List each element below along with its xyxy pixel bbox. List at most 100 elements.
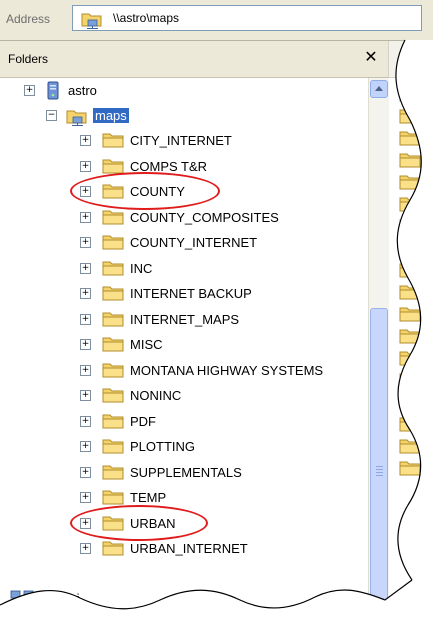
tree-item-folder[interactable]: + COUNTY_INTERNET xyxy=(0,232,360,254)
tree-item-folder[interactable]: + INTERNET_MAPS xyxy=(0,309,360,331)
tree-item-mdtssi[interactable]: Mdtssi xyxy=(0,588,200,610)
folder-icon xyxy=(102,463,124,484)
tree-item-folder[interactable]: + PLOTTING xyxy=(0,436,360,458)
address-bar: Address \\astro\maps xyxy=(0,0,433,41)
tree-scrollbar[interactable] xyxy=(368,78,389,630)
tree-item-maps[interactable]: − maps xyxy=(0,105,200,127)
list-item[interactable] xyxy=(389,191,433,213)
folder-icon xyxy=(102,335,124,356)
list-item[interactable] xyxy=(389,433,433,455)
folders-pane-title: Folders xyxy=(8,52,49,66)
tree-item-folder[interactable]: + NONINC xyxy=(0,385,360,407)
tree-item-folder[interactable]: + MONTANA HIGHWAY SYSTEMS xyxy=(0,360,360,382)
folder-icon xyxy=(399,327,421,345)
folders-pane-header: Folders ✕ xyxy=(0,41,388,78)
folder-icon xyxy=(399,151,421,169)
folder-icon xyxy=(102,412,124,433)
tree-item-label: astro xyxy=(68,83,97,98)
list-item[interactable] xyxy=(389,169,433,191)
tree-item-label: maps xyxy=(93,108,129,123)
folder-icon xyxy=(102,284,124,305)
expand-toggle[interactable]: + xyxy=(80,441,91,452)
network-computer-icon xyxy=(10,589,36,612)
expand-toggle[interactable]: + xyxy=(80,313,91,325)
folder-icon xyxy=(399,261,421,279)
file-list-pane: Nam CCPPS xyxy=(388,41,433,630)
list-item[interactable] xyxy=(389,257,433,279)
address-input[interactable]: \\astro\maps xyxy=(72,5,422,31)
tree-item-folder[interactable]: + PDF xyxy=(0,411,360,433)
folder-icon xyxy=(399,459,421,477)
expand-toggle[interactable]: + xyxy=(80,517,91,529)
folder-icon xyxy=(399,239,421,257)
folder-icon xyxy=(399,349,421,367)
tree-item-folder[interactable]: + SUPPLEMENTALS xyxy=(0,462,360,484)
tree-item-label: INTERNET_MAPS xyxy=(130,311,240,327)
folder-icon xyxy=(399,173,421,191)
tree-item-folder[interactable]: + INTERNET BACKUP xyxy=(0,283,360,305)
list-item[interactable]: C xyxy=(389,103,433,125)
tree-item-label: CITY_INTERNET xyxy=(130,133,232,148)
folder-icon xyxy=(399,217,421,235)
list-item[interactable]: S xyxy=(389,411,433,433)
name-column-header[interactable]: Nam xyxy=(389,41,433,78)
list-item[interactable] xyxy=(389,125,433,147)
list-item[interactable] xyxy=(389,147,433,169)
explorer-window: Address \\astro\maps Folders ✕ Nam CCPPS xyxy=(0,0,433,630)
expand-toggle[interactable]: + xyxy=(80,135,91,146)
list-item-label: P xyxy=(419,393,428,407)
folder-icon xyxy=(399,437,421,455)
tree-item-partial[interactable]: ing xyxy=(0,612,200,630)
expand-toggle[interactable]: + xyxy=(80,543,91,554)
list-item[interactable] xyxy=(389,345,433,367)
tree-item-astro[interactable]: + astro xyxy=(0,80,200,102)
list-item[interactable] xyxy=(389,279,433,301)
list-item[interactable] xyxy=(389,323,433,345)
expand-toggle[interactable]: + xyxy=(80,160,91,172)
list-item[interactable]: P xyxy=(389,389,433,411)
list-item[interactable]: P xyxy=(389,367,433,389)
tree-item-folder[interactable]: + TEMP xyxy=(0,487,360,509)
collapse-toggle[interactable]: − xyxy=(46,110,57,121)
tree-item-folder[interactable]: + INC xyxy=(0,258,360,280)
tree-item-folder[interactable]: + COMPS T&R xyxy=(0,156,360,178)
folder-icon xyxy=(399,283,421,301)
folder-tree: + astro − maps + CITY_INTERNET + COMPS T… xyxy=(0,78,368,630)
folder-icon xyxy=(399,85,421,103)
expand-toggle[interactable]: + xyxy=(80,237,91,248)
tree-item-label: MONTANA HIGHWAY SYSTEMS xyxy=(130,362,324,378)
expand-toggle[interactable]: + xyxy=(80,466,91,478)
list-item[interactable] xyxy=(389,235,433,257)
tree-item-folder[interactable]: + URBAN_INTERNET xyxy=(0,538,360,560)
list-item[interactable] xyxy=(389,455,433,477)
expand-toggle[interactable]: + xyxy=(80,262,91,274)
expand-toggle[interactable]: + xyxy=(80,211,91,223)
expand-toggle[interactable]: + xyxy=(80,288,91,299)
address-label: Address xyxy=(6,12,51,26)
close-folders-button[interactable]: ✕ xyxy=(360,47,382,69)
tree-item-folder[interactable]: + MISC xyxy=(0,334,360,356)
list-item-label: C xyxy=(419,85,428,99)
folder-icon xyxy=(102,361,124,382)
tree-item-label: MISC xyxy=(130,337,163,352)
tree-item-label: COMPS T&R xyxy=(130,158,208,174)
expand-toggle[interactable]: + xyxy=(80,492,91,503)
list-item[interactable]: C xyxy=(389,81,433,103)
folder-icon xyxy=(102,259,124,280)
scroll-up-button[interactable] xyxy=(370,80,388,98)
list-item[interactable] xyxy=(389,213,433,235)
expand-toggle[interactable]: + xyxy=(80,415,91,427)
tree-item-folder[interactable]: + COUNTY_COMPOSITES xyxy=(0,207,360,229)
tree-item-folder[interactable]: + COUNTY xyxy=(0,181,360,203)
expand-toggle[interactable]: + xyxy=(80,390,91,401)
expand-toggle[interactable]: + xyxy=(80,339,91,350)
folder-icon xyxy=(399,393,421,411)
expand-toggle[interactable]: + xyxy=(24,85,35,96)
list-item-label: S xyxy=(419,415,428,429)
tree-item-folder[interactable]: + CITY_INTERNET xyxy=(0,130,360,152)
scroll-thumb[interactable] xyxy=(370,308,388,630)
list-item[interactable] xyxy=(389,301,433,323)
expand-toggle[interactable]: + xyxy=(80,364,91,376)
expand-toggle[interactable]: + xyxy=(80,186,91,197)
tree-item-folder[interactable]: + URBAN xyxy=(0,513,360,535)
